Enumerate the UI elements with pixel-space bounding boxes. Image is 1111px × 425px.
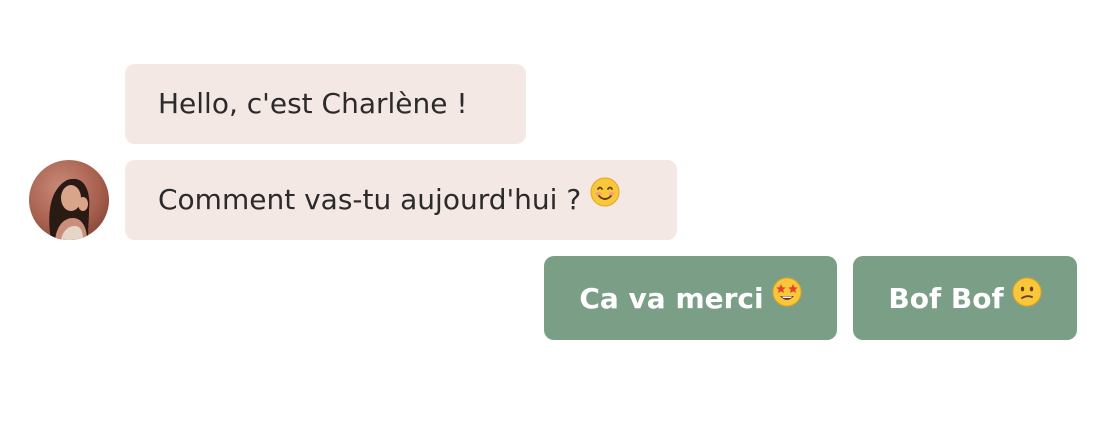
quick-reply-button-ca-va-merci[interactable]: Ca va merci [544,256,837,340]
bot-message-text: Comment vas-tu aujourd'hui ? [158,183,582,216]
bot-message-text: Hello, c'est Charlène ! [158,87,468,120]
quick-reply-label: Bof Bof [888,281,1004,315]
bot-message-bubble: Hello, c'est Charlène ! [125,64,526,144]
smiling-face-with-smiling-eyes-icon [590,158,620,238]
quick-reply-button-bof-bof[interactable]: Bof Bof [853,256,1077,340]
bot-message-bubble: Comment vas-tu aujourd'hui ? [125,160,677,240]
avatar-photo [29,160,109,240]
confused-face-icon [1012,277,1042,314]
avatar [29,160,109,240]
quick-reply-label: Ca va merci [579,281,764,315]
star-struck-face-icon [772,277,802,314]
